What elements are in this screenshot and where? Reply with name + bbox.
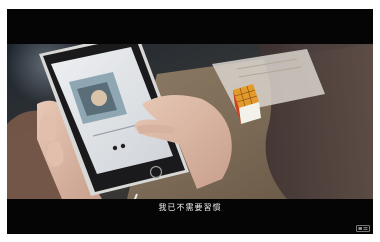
channel-logo-icon [356,225,370,232]
video-subtitle: 我已不需要習慣 [158,203,222,212]
scene-illustration [7,44,373,199]
video-scene [7,44,373,199]
letterbox-top-bar [7,9,373,44]
video-player-frame: 我已不需要習慣 [0,0,380,242]
